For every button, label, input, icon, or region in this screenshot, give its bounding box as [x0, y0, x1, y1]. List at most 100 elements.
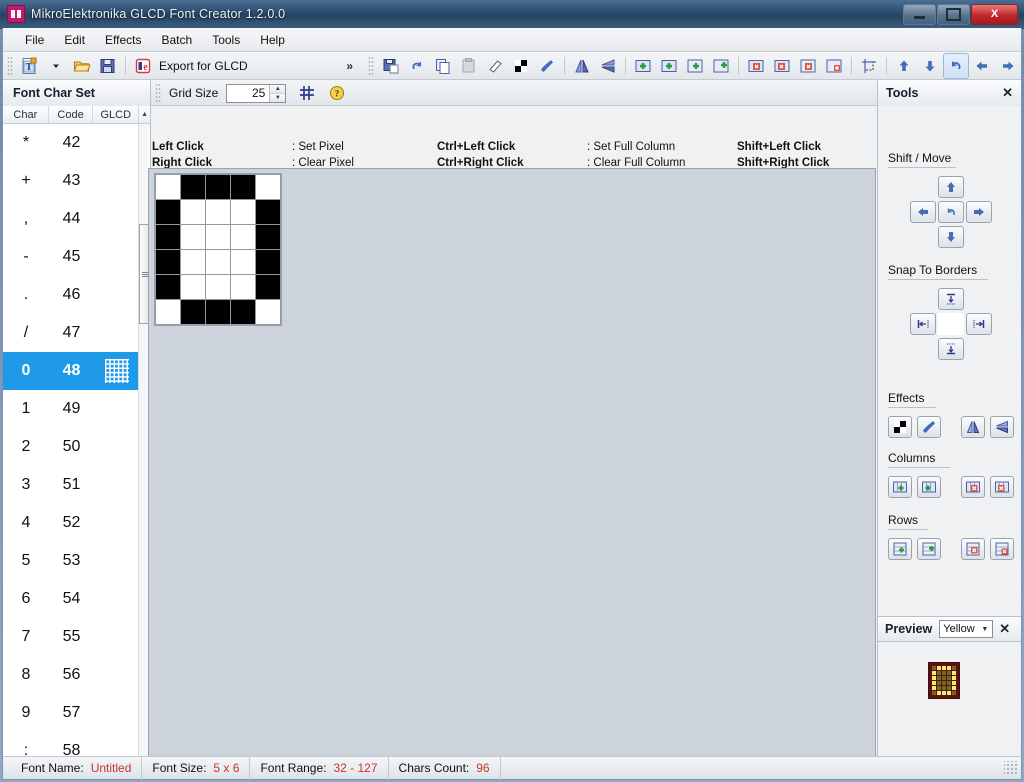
fill-icon[interactable] — [534, 53, 560, 79]
list-item[interactable]: 957 — [3, 694, 140, 732]
pixel-grid[interactable] — [154, 173, 282, 326]
preview-color-select[interactable]: Yellow ▼ — [939, 620, 993, 638]
save-disk-icon[interactable] — [95, 53, 121, 79]
pixel-cell[interactable] — [256, 225, 280, 249]
grid-size-up-arrow[interactable]: ▲ — [270, 85, 285, 94]
grid-size-grip[interactable] — [155, 83, 161, 103]
column-header-code[interactable]: Code — [49, 106, 94, 123]
list-item[interactable]: 856 — [3, 656, 140, 694]
mirror-vertical-icon[interactable] — [990, 416, 1014, 438]
delete-column-right-icon[interactable] — [990, 476, 1014, 498]
pixel-cell[interactable] — [206, 300, 230, 324]
pixel-cell[interactable] — [181, 300, 205, 324]
pixel-cell[interactable] — [256, 300, 280, 324]
pixel-cell[interactable] — [206, 175, 230, 199]
preview-close-icon[interactable]: ✕ — [999, 621, 1010, 637]
grid-size-arrows[interactable]: ▲ ▼ — [269, 85, 285, 102]
shift-down-icon[interactable] — [917, 53, 943, 79]
pixel-cell[interactable] — [156, 300, 180, 324]
copy-icon[interactable] — [430, 53, 456, 79]
shift-up-icon[interactable] — [891, 53, 917, 79]
pixel-cell[interactable] — [231, 175, 255, 199]
list-item[interactable]: -45 — [3, 238, 140, 276]
pixel-cell[interactable] — [206, 275, 230, 299]
fill-icon[interactable] — [917, 416, 941, 438]
menu-item-batch[interactable]: Batch — [152, 30, 203, 50]
list-item[interactable]: .46 — [3, 276, 140, 314]
pixel-cell[interactable] — [156, 275, 180, 299]
arrow-right-icon[interactable] — [966, 201, 992, 223]
list-item[interactable]: 755 — [3, 618, 140, 656]
pixel-cell[interactable] — [181, 175, 205, 199]
shift-left-icon[interactable] — [969, 53, 995, 79]
list-item[interactable]: 654 — [3, 580, 140, 618]
arrow-down-icon[interactable] — [938, 226, 964, 248]
grid-size-value[interactable]: 25 — [227, 86, 269, 100]
pixel-cell[interactable] — [231, 200, 255, 224]
tools-close-icon[interactable]: ✕ — [1002, 85, 1013, 101]
pixel-cell[interactable] — [181, 200, 205, 224]
pixel-cell[interactable] — [206, 225, 230, 249]
invert-icon[interactable] — [888, 416, 912, 438]
reset-rotate-icon[interactable] — [938, 201, 964, 223]
pixel-cell[interactable] — [231, 275, 255, 299]
pixel-cell[interactable] — [256, 200, 280, 224]
delete-column-left-icon[interactable] — [961, 476, 985, 498]
menu-item-edit[interactable]: Edit — [54, 30, 95, 50]
delete-row-top-icon[interactable] — [795, 53, 821, 79]
toolbar-overflow-button[interactable]: » — [341, 57, 358, 75]
maximize-button[interactable] — [937, 4, 970, 25]
list-item[interactable]: 149 — [3, 390, 140, 428]
pixel-cell[interactable] — [156, 200, 180, 224]
pixel-cell[interactable] — [156, 250, 180, 274]
pixel-cell[interactable] — [156, 175, 180, 199]
pixel-cell[interactable] — [206, 250, 230, 274]
snap-left-icon[interactable] — [910, 313, 936, 335]
pixel-cell[interactable] — [181, 225, 205, 249]
chevron-down-icon[interactable]: ▼ — [981, 626, 992, 633]
pixel-cell[interactable] — [231, 250, 255, 274]
grid-toggle-icon[interactable] — [294, 80, 320, 106]
pixel-cell[interactable] — [256, 250, 280, 274]
undo-icon[interactable] — [404, 53, 430, 79]
menu-item-tools[interactable]: Tools — [202, 30, 250, 50]
pixel-cell[interactable] — [181, 275, 205, 299]
close-button[interactable]: X — [971, 4, 1018, 25]
snap-bottom-icon[interactable] — [938, 338, 964, 360]
menu-item-help[interactable]: Help — [250, 30, 295, 50]
pixel-cell[interactable] — [256, 275, 280, 299]
resize-grip[interactable] — [1004, 761, 1018, 775]
mirror-vertical-icon[interactable] — [595, 53, 621, 79]
list-item[interactable]: +43 — [3, 162, 140, 200]
delete-column-right-icon[interactable] — [769, 53, 795, 79]
pixel-cell[interactable] — [156, 225, 180, 249]
shift-right-icon[interactable] — [995, 53, 1021, 79]
list-item[interactable]: 452 — [3, 504, 140, 542]
list-item[interactable]: 250 — [3, 428, 140, 466]
list-item[interactable]: *42 — [3, 124, 140, 162]
eraser-icon[interactable] — [482, 53, 508, 79]
snap-top-icon[interactable] — [938, 288, 964, 310]
add-column-left-icon[interactable] — [888, 476, 912, 498]
insert-row-top-icon[interactable] — [682, 53, 708, 79]
pixel-cell[interactable] — [256, 175, 280, 199]
pixel-cell[interactable] — [181, 250, 205, 274]
pixel-cell[interactable] — [231, 225, 255, 249]
column-header-glcd[interactable]: GLCD — [93, 106, 139, 123]
list-item[interactable]: 048 — [3, 352, 140, 390]
paste-icon[interactable] — [456, 53, 482, 79]
save-as-icon[interactable] — [378, 53, 404, 79]
delete-row-bottom-icon[interactable] — [990, 538, 1014, 560]
mirror-horizontal-icon[interactable] — [961, 416, 985, 438]
menu-item-file[interactable]: File — [15, 30, 54, 50]
list-item[interactable]: /47 — [3, 314, 140, 352]
invert-icon[interactable] — [508, 53, 534, 79]
arrow-left-icon[interactable] — [910, 201, 936, 223]
open-folder-icon[interactable] — [69, 53, 95, 79]
reset-icon[interactable] — [943, 53, 969, 79]
add-column-right-icon[interactable] — [917, 476, 941, 498]
pixel-canvas-area[interactable] — [148, 168, 876, 774]
scroll-up-arrow[interactable]: ▲ — [139, 106, 150, 123]
delete-column-left-icon[interactable] — [743, 53, 769, 79]
insert-row-bottom-icon[interactable] — [708, 53, 734, 79]
